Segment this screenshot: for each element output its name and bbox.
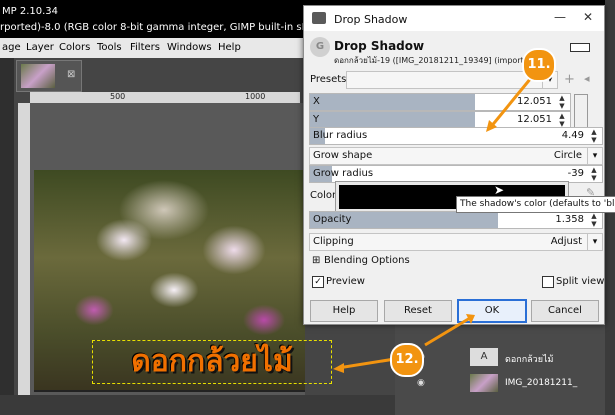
annotation-arrow-11 (488, 77, 533, 129)
annotation-arrow-12b (424, 316, 471, 347)
annotation-badge-11: 11. (522, 48, 556, 82)
annotation-badge-12: 12. (390, 343, 424, 377)
arrowhead-12a (333, 363, 344, 373)
